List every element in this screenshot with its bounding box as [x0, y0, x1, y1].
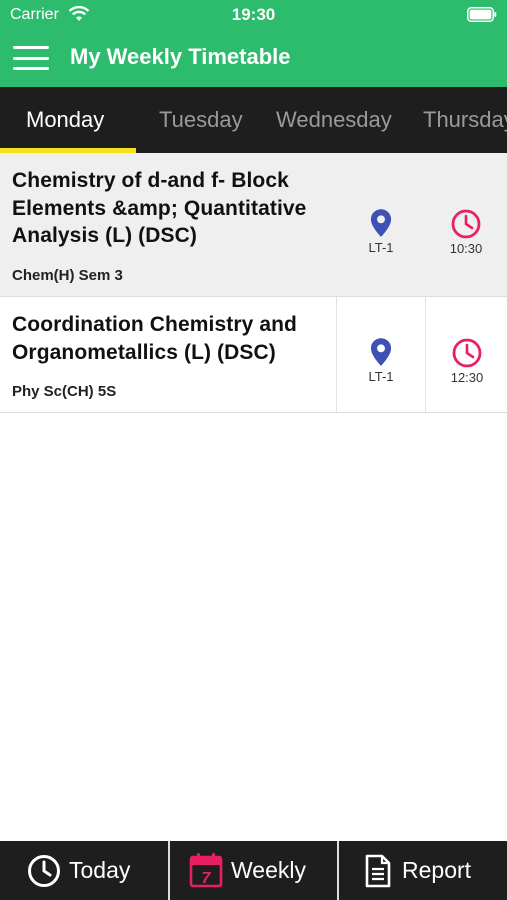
- time-label: 12:30: [450, 370, 484, 385]
- class-section: Chem(H) Sem 3: [12, 267, 123, 284]
- clock-icon: [451, 209, 481, 239]
- status-bar: Carrier 19:30: [0, 0, 507, 30]
- tab-report[interactable]: Report: [339, 841, 507, 900]
- cell-divider: [425, 297, 426, 412]
- time-label: 10:30: [449, 241, 483, 256]
- location-pin-icon: [370, 209, 392, 237]
- class-row[interactable]: Coordination Chemistry and Organometalli…: [0, 297, 507, 413]
- clock-icon: [28, 855, 60, 887]
- document-icon: [365, 854, 391, 888]
- battery-icon: [467, 7, 497, 22]
- time-cell: 12:30: [427, 297, 507, 412]
- day-tabs: Monday Tuesday Wednesday Thursday: [0, 87, 507, 153]
- cell-divider: [336, 297, 337, 412]
- class-subject: Coordination Chemistry and Organometalli…: [12, 313, 297, 364]
- tab-monday[interactable]: Monday: [26, 87, 104, 153]
- tab-report-label: Report: [402, 857, 472, 883]
- class-row[interactable]: Chemistry of d-and f- Block Elements &am…: [0, 153, 507, 297]
- tab-thursday[interactable]: Thursday: [423, 87, 507, 153]
- tab-weekly-label: Weekly: [231, 857, 306, 883]
- tab-tuesday[interactable]: Tuesday: [159, 87, 243, 153]
- clock-icon: [452, 338, 482, 368]
- class-section: Phy Sc(CH) 5S: [12, 383, 117, 400]
- location-pin-icon: [370, 338, 392, 366]
- tab-weekly[interactable]: 7 Weekly: [170, 841, 337, 900]
- tab-wednesday[interactable]: Wednesday: [276, 87, 392, 153]
- menu-icon[interactable]: [13, 44, 49, 72]
- tab-today[interactable]: Today: [0, 841, 168, 900]
- page-title: My Weekly Timetable: [70, 44, 291, 69]
- status-time: 19:30: [231, 5, 276, 24]
- app-bar: My Weekly Timetable: [0, 30, 507, 87]
- class-subject: Chemistry of d-and f- Block Elements &am…: [12, 169, 307, 247]
- tab-today-label: Today: [69, 857, 131, 883]
- location-cell: LT-1: [338, 297, 424, 412]
- bottom-tab-bar: Today 7 Weekly Report: [0, 841, 507, 900]
- room-label: LT-1: [368, 369, 394, 384]
- class-list: Chemistry of d-and f- Block Elements &am…: [0, 153, 507, 413]
- calendar-day-number: 7: [202, 870, 212, 887]
- calendar-icon: 7: [189, 853, 223, 888]
- time-cell: 10:30: [425, 153, 507, 296]
- location-cell: LT-1: [338, 153, 424, 296]
- room-label: LT-1: [368, 240, 394, 255]
